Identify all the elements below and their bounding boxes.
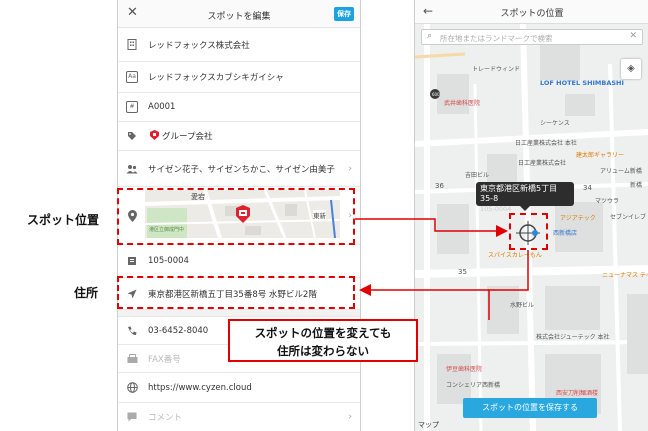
phone-number: 03-6452-8040 [148, 325, 209, 336]
comment-row[interactable]: コメント › [118, 403, 360, 431]
url-row[interactable]: https://www.cyzen.cloud [118, 373, 360, 403]
company-row[interactable]: レッドフォックス株式会社 [118, 28, 360, 62]
spot-code: A0001 [148, 102, 176, 112]
map-label: LOF HOTEL SHIMBASHI [540, 79, 624, 87]
map-label: セブンイレブ [610, 214, 647, 221]
website-url: https://www.cyzen.cloud [148, 382, 252, 393]
text-format-icon: Aa [126, 71, 138, 83]
map-label: ニューナマス ティンディア [602, 272, 648, 279]
clear-icon[interactable]: ✕ [629, 31, 637, 41]
hash-icon: # [126, 101, 138, 113]
comment-icon [126, 411, 138, 423]
bubble-address: 東京都港区新橋5丁目35-8 [480, 184, 558, 203]
svg-text:600: 600 [432, 92, 440, 97]
fax-field[interactable]: FAX番号 [148, 353, 181, 365]
map-label: 建太郎ギャラリー [576, 152, 625, 159]
edit-header: ✕ スポットを編集 保存 [118, 0, 360, 28]
note-callout: スポットの位置を変えても 住所は変わらない [228, 319, 418, 362]
save-button[interactable]: 保存 [334, 7, 354, 21]
map-label: アリューム新橋 [600, 168, 642, 175]
comment-field[interactable]: コメント [148, 411, 182, 423]
callout-line: 住所は変わらない [277, 344, 369, 358]
map-label: 水野ビル [510, 302, 535, 309]
users-icon [126, 163, 138, 175]
code-row[interactable]: # A0001 [118, 93, 360, 122]
callout-line: スポットの位置を変えても [254, 326, 392, 340]
address-bubble: 東京都港区新橋5丁目35-8 105-0004 [476, 182, 574, 213]
map-label: 伊豆歯科医院 [446, 366, 483, 373]
save-location-button[interactable]: スポットの位置を保存する [463, 398, 597, 418]
location-search-input[interactable]: ⌕ 所在地またはランドマークで検索 ✕ [421, 29, 643, 45]
search-icon: ⌕ [427, 31, 433, 41]
page-title: スポットの位置 [500, 9, 564, 19]
map-label: 株式会社ジューテック 本社 [536, 334, 610, 341]
map-label: 35 [458, 268, 467, 276]
map-label: シーケンス [540, 120, 570, 127]
search-placeholder: 所在地またはランドマークで検索 [440, 34, 553, 43]
company-kana-row[interactable]: Aa レッドフォックスカブシキガイシャ [118, 62, 360, 93]
pin-highlight [509, 213, 548, 250]
company-kana: レッドフォックスカブシキガイシャ [148, 73, 284, 83]
chevron-right-icon: › [348, 163, 352, 174]
map-label: トレードウィンド [472, 66, 521, 73]
map-label: 日工産業株式会社 本社 [515, 140, 577, 147]
map-label: 西新橋店 [553, 230, 578, 237]
spot-location-highlight [117, 188, 355, 245]
members-text: サイゼン花子、サイゼンちかこ、サイゼン由美子 [148, 164, 335, 175]
address-highlight [117, 276, 355, 309]
map-label: マツウラ [595, 198, 620, 205]
group-badge-icon [150, 129, 159, 143]
postal-icon [126, 255, 138, 267]
map-attribution: マップ [418, 421, 439, 429]
fax-icon [126, 353, 138, 365]
group-row[interactable]: グループ会社 [118, 122, 360, 151]
spot-position-label: スポット位置 [27, 213, 100, 227]
section-divider [118, 310, 360, 317]
phone-icon [126, 325, 138, 337]
map-label: 34 [583, 184, 592, 192]
group-name: グループ会社 [162, 132, 213, 142]
map-label: 武井歯科医院 [444, 100, 481, 107]
chevron-right-icon: › [348, 412, 352, 422]
postal-code: 105-0004 [148, 256, 189, 266]
map-label: 新橋 [630, 182, 643, 189]
map-label: 西安刀削麺酒楼 [556, 390, 599, 397]
company-name: レッドフォックス株式会社 [148, 40, 250, 51]
layers-icon[interactable]: ◈ [621, 59, 641, 79]
map-label: 吉田ビル [465, 172, 490, 179]
map-label: 36 [435, 182, 444, 190]
map-label: コンシェリア西新橋 [446, 382, 501, 389]
building-icon [126, 39, 138, 51]
map-header: ← スポットの位置 [415, 0, 648, 24]
map-label: スパイスカレーもん [488, 252, 542, 259]
address-label: 住所 [74, 286, 99, 300]
globe-icon [126, 382, 138, 394]
tag-icon [126, 130, 138, 142]
postal-row[interactable]: 105-0004 [118, 245, 360, 278]
members-row[interactable]: サイゼン花子、サイゼンちかこ、サイゼン由美子 › [118, 151, 360, 187]
map-label: 日工産業株式会社 [518, 160, 567, 167]
map-label: アジアテック [560, 215, 596, 222]
page-title: スポットを編集 [207, 12, 271, 22]
